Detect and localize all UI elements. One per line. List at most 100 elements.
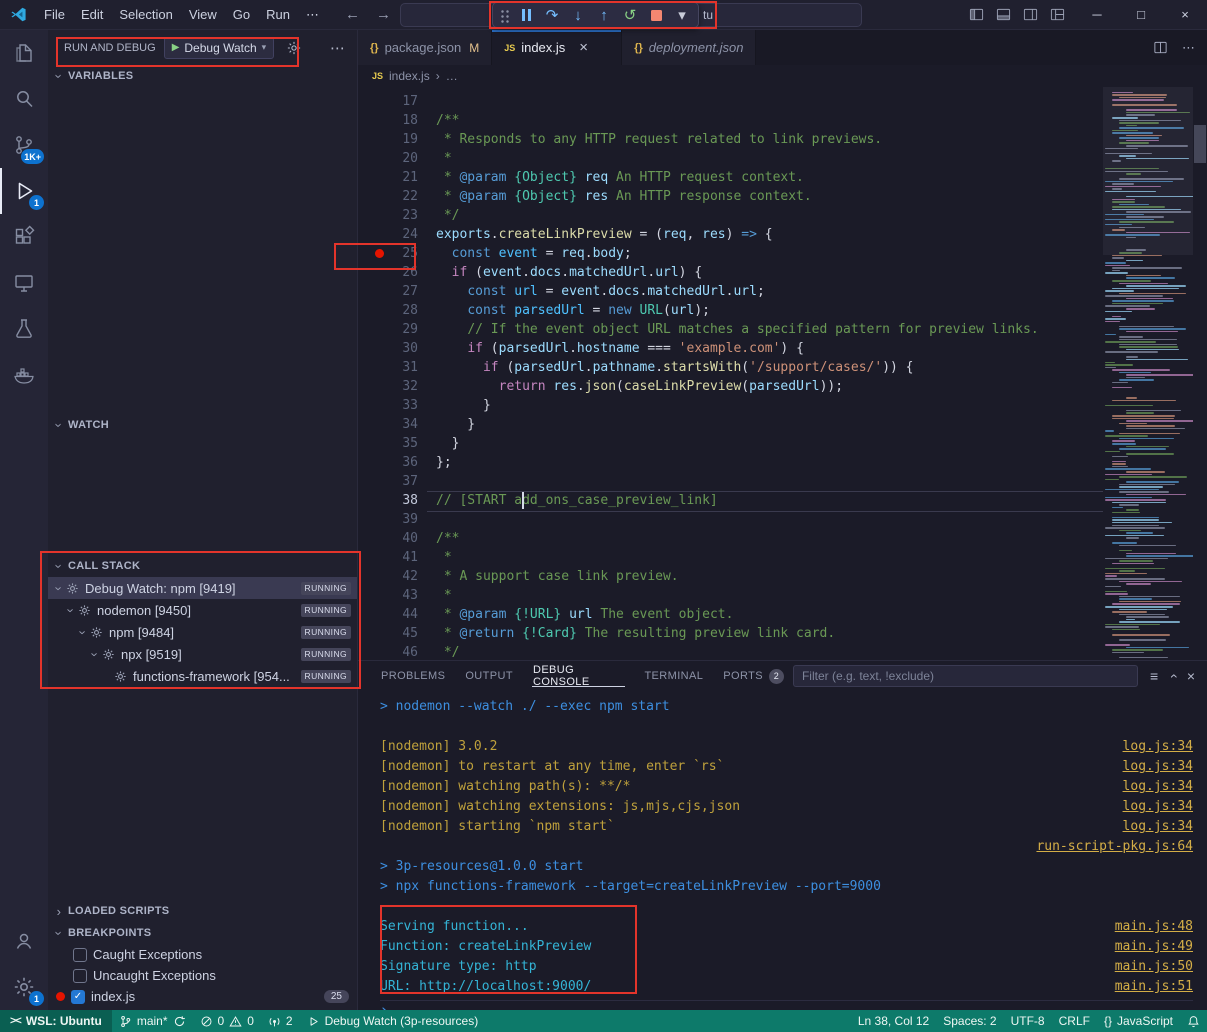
- back-arrow-icon[interactable]: ←: [345, 6, 360, 23]
- gutter[interactable]: 33: [358, 396, 427, 415]
- breakpoint-slot[interactable]: [358, 491, 388, 510]
- activity-extensions[interactable]: [0, 214, 48, 260]
- gutter[interactable]: 43: [358, 586, 427, 605]
- breakpoint-slot[interactable]: [358, 415, 388, 434]
- gutter[interactable]: 32: [358, 377, 427, 396]
- activity-explorer[interactable]: [0, 30, 48, 76]
- console-filter-input[interactable]: [793, 665, 1138, 687]
- breadcrumb-symbol[interactable]: …: [446, 69, 458, 83]
- activity-source-control[interactable]: 1K+: [0, 122, 48, 168]
- stop-button[interactable]: [644, 4, 668, 26]
- forwarded-ports-status[interactable]: 2: [261, 1010, 300, 1032]
- console-source-link[interactable]: main.js:49: [1115, 937, 1193, 957]
- eol-status[interactable]: CRLF: [1052, 1010, 1097, 1032]
- breakpoint-slot[interactable]: [358, 130, 388, 149]
- breakpoint-slot[interactable]: [358, 586, 388, 605]
- breakpoint-item[interactable]: ✓index.js25: [48, 986, 357, 1007]
- gutter[interactable]: 22: [358, 187, 427, 206]
- breakpoint-slot[interactable]: [358, 225, 388, 244]
- gutter[interactable]: 40: [358, 529, 427, 548]
- gutter[interactable]: 31: [358, 358, 427, 377]
- breakpoint-slot[interactable]: [358, 434, 388, 453]
- breakpoint-slot[interactable]: [358, 605, 388, 624]
- gutter[interactable]: 20: [358, 149, 427, 168]
- tab-deployment.json[interactable]: {}deployment.json: [622, 30, 756, 65]
- breakpoint-slot[interactable]: [358, 301, 388, 320]
- menu-edit[interactable]: Edit: [73, 7, 111, 23]
- restart-button[interactable]: ↺: [618, 4, 642, 26]
- breakpoint-slot[interactable]: [358, 510, 388, 529]
- breakpoint-slot[interactable]: [358, 187, 388, 206]
- breakpoint-checkbox[interactable]: [73, 969, 87, 983]
- language-mode-status[interactable]: {} JavaScript: [1097, 1010, 1180, 1032]
- gear-icon[interactable]: [286, 40, 302, 56]
- menu-view[interactable]: View: [181, 7, 225, 23]
- breakpoint-slot[interactable]: [358, 92, 388, 111]
- gutter[interactable]: 29: [358, 320, 427, 339]
- menu-selection[interactable]: Selection: [111, 7, 180, 23]
- encoding-status[interactable]: UTF-8: [1004, 1010, 1052, 1032]
- breakpoint-slot[interactable]: [358, 567, 388, 586]
- forward-arrow-icon[interactable]: →: [376, 6, 391, 23]
- breakpoint-slot[interactable]: [358, 244, 388, 263]
- breakpoint-dot[interactable]: [375, 249, 384, 258]
- gutter[interactable]: 21: [358, 168, 427, 187]
- gutter[interactable]: 27: [358, 282, 427, 301]
- console-input-prompt[interactable]: ›: [380, 1000, 1193, 1010]
- tab-index.js[interactable]: JSindex.js×: [492, 30, 622, 65]
- gutter[interactable]: 19: [358, 130, 427, 149]
- console-source-link[interactable]: main.js:51: [1115, 977, 1193, 997]
- breakpoint-slot[interactable]: [358, 643, 388, 660]
- gutter[interactable]: 44: [358, 605, 427, 624]
- console-source-link[interactable]: main.js:48: [1115, 917, 1193, 937]
- activity-remote-explorer[interactable]: [0, 260, 48, 306]
- menu-file[interactable]: File: [36, 7, 73, 23]
- menu-go[interactable]: Go: [225, 7, 258, 23]
- console-source-link[interactable]: log.js:34: [1123, 737, 1193, 757]
- activity-search[interactable]: [0, 76, 48, 122]
- gutter[interactable]: 42: [358, 567, 427, 586]
- launch-config-dropdown[interactable]: ▶ Debug Watch ▾: [164, 37, 275, 59]
- gutter[interactable]: 45: [358, 624, 427, 643]
- breakpoint-slot[interactable]: [358, 282, 388, 301]
- gutter[interactable]: 30: [358, 339, 427, 358]
- breakpoint-slot[interactable]: [358, 624, 388, 643]
- pause-button[interactable]: [514, 4, 538, 26]
- call-stack-section-header[interactable]: › CALL STACK: [48, 555, 357, 577]
- gutter[interactable]: 37: [358, 472, 427, 491]
- activity-docker[interactable]: [0, 352, 48, 398]
- debug-console[interactable]: > nodemon --watch ./ --exec npm start[no…: [358, 691, 1207, 1010]
- activity-settings[interactable]: 1: [0, 964, 48, 1010]
- maximize-panel-icon[interactable]: ›: [1165, 674, 1179, 679]
- call-stack-session[interactable]: ›functions-framework [954...RUNNING: [48, 665, 357, 687]
- panel-tab-debug-console[interactable]: DEBUG CONSOLE: [524, 661, 633, 691]
- session-picker-button[interactable]: ▾: [670, 4, 694, 26]
- code-editor[interactable]: 1718/**19 * Responds to any HTTP request…: [358, 87, 1207, 660]
- panel-tab-problems[interactable]: PROBLEMS: [372, 661, 454, 691]
- toggle-secondary-sidebar-icon[interactable]: [1023, 7, 1038, 22]
- panel-tab-output[interactable]: OUTPUT: [456, 661, 522, 691]
- breakpoint-slot[interactable]: [358, 396, 388, 415]
- gutter[interactable]: 38: [358, 491, 427, 510]
- gutter[interactable]: 25: [358, 244, 427, 263]
- close-tab-icon[interactable]: ×: [579, 39, 588, 56]
- breakpoint-item[interactable]: Uncaught Exceptions: [48, 965, 357, 986]
- watch-section-header[interactable]: › WATCH: [48, 414, 357, 436]
- menu-run[interactable]: Run: [258, 7, 298, 23]
- views-more-button[interactable]: ⋯: [330, 39, 349, 57]
- cursor-position-status[interactable]: Ln 38, Col 12: [851, 1010, 936, 1032]
- breakpoints-section-header[interactable]: › BREAKPOINTS: [48, 922, 357, 944]
- gutter[interactable]: 41: [358, 548, 427, 567]
- toggle-panel-icon[interactable]: [996, 7, 1011, 22]
- remote-indicator[interactable]: >< WSL: Ubuntu: [0, 1010, 112, 1032]
- console-source-link[interactable]: log.js:34: [1123, 757, 1193, 777]
- breakpoint-item[interactable]: Caught Exceptions: [48, 944, 357, 965]
- breakpoint-slot[interactable]: [358, 472, 388, 491]
- editor-scrollbar[interactable]: [1194, 125, 1206, 163]
- gutter[interactable]: 24: [358, 225, 427, 244]
- call-stack-session[interactable]: ›nodemon [9450]RUNNING: [48, 599, 357, 621]
- breakpoint-slot[interactable]: [358, 529, 388, 548]
- activity-run-and-debug[interactable]: 1: [0, 168, 48, 214]
- panel-tab-ports[interactable]: PORTS2: [714, 661, 793, 691]
- breakpoint-slot[interactable]: [358, 339, 388, 358]
